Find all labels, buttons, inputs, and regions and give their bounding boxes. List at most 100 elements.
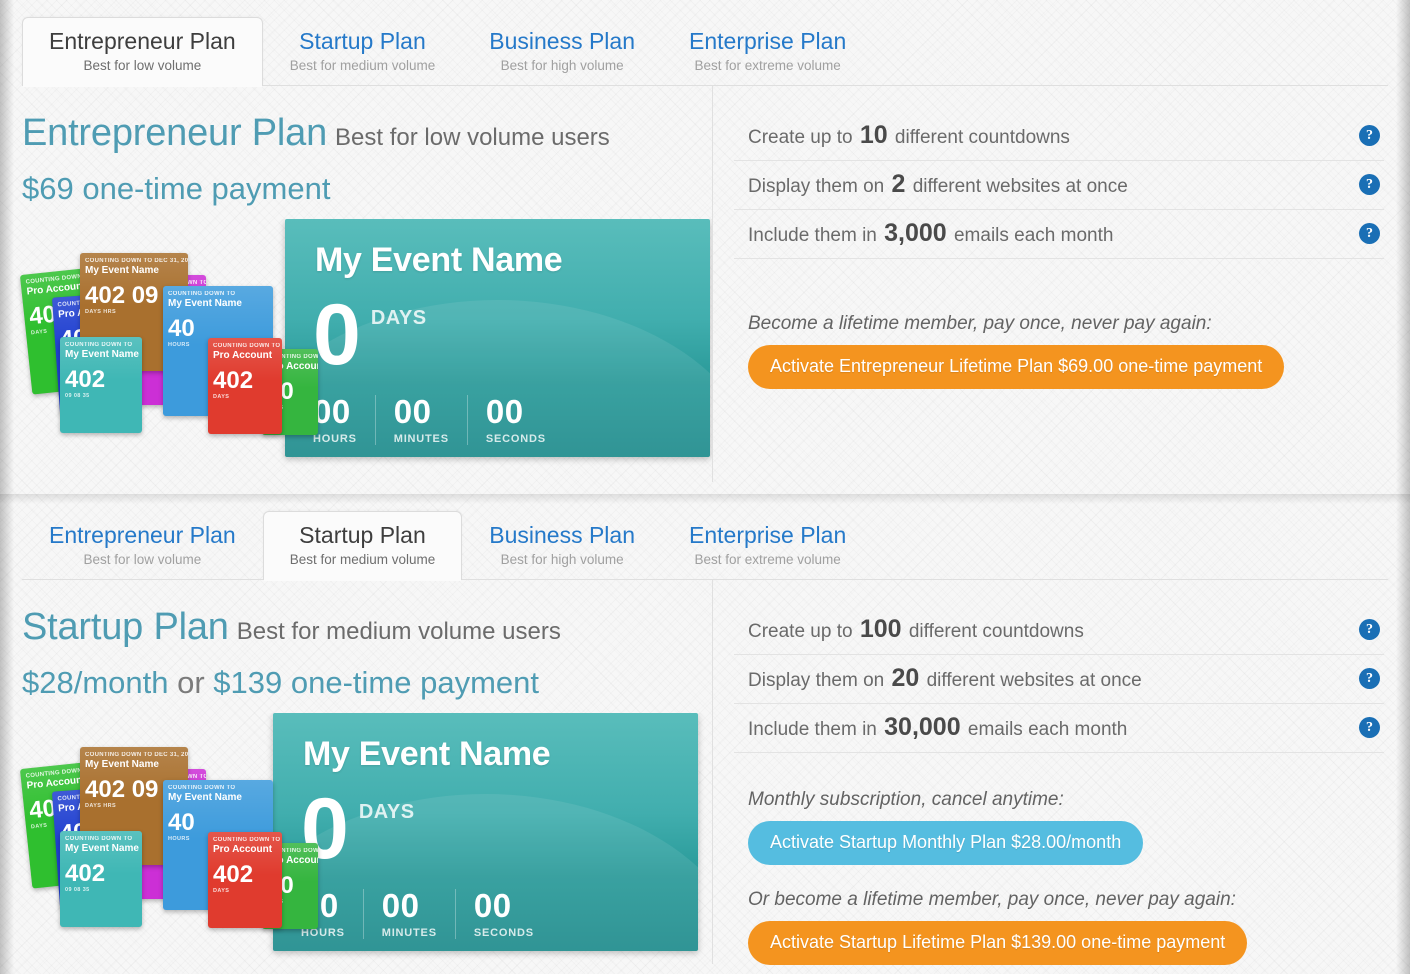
feature-suffix: different websites at once [921, 670, 1142, 691]
countdown-unit-hours: 00 HOURS [313, 395, 376, 445]
feature-prefix: Create up to [748, 127, 858, 148]
plan-price-part: $139 one-time payment [213, 665, 539, 700]
thumbnail-eyebrow: COUNTING DOWN TO DEC 31, 2012 [85, 258, 188, 264]
countdown-hms-row: 00 HOURS 00 MINUTES 00 SECONDS [285, 395, 710, 457]
feature-row: Display them on 20 different websites at… [734, 655, 1384, 704]
feature-suffix: emails each month [962, 719, 1128, 740]
countdown-thumbnail-collage: COUNTING DOWN TOPro Account402DAYSCOUNTI… [18, 253, 318, 453]
feature-text: Include them in 30,000 emails each month [748, 713, 1127, 742]
feature-prefix: Include them in [748, 225, 883, 246]
help-circle-icon[interactable]: ? [1359, 223, 1380, 244]
plan-details-column: Create up to 100 different countdowns? Di… [712, 580, 1410, 965]
countdown-title: My Event Name [303, 735, 551, 773]
thumbnail-unit-label: 09 08 35 [65, 393, 90, 399]
plan-panel: Entrepreneur Plan Best for low volume Star… [0, 494, 1410, 974]
feature-value: 20 [891, 664, 920, 692]
countdown-days-label: DAYS [370, 307, 427, 329]
plan-panel: Entrepreneur Plan Best for low volume Star… [0, 0, 1410, 494]
plan-artwork: COUNTING DOWN TOPro Account402DAYSCOUNTI… [0, 219, 712, 494]
countdown-days-row: 0 DAYS [273, 774, 698, 889]
tab-subtitle: Best for high volume [500, 552, 624, 568]
feature-text: Create up to 100 different countdowns [748, 615, 1084, 644]
thumbnail-unit-label: 09 08 35 [65, 887, 90, 893]
tab-entrepreneur-plan[interactable]: Entrepreneur Plan Best for low volume [22, 17, 263, 87]
plan-artwork: COUNTING DOWN TOPro Account402DAYS COUNTI… [0, 713, 712, 973]
countdown-unit-label: SECONDS [473, 927, 534, 939]
tab-title: Startup Plan [299, 28, 426, 55]
feature-prefix: Display them on [748, 670, 890, 691]
countdown-thumbnail: COUNTING DOWN TOPro Account402DAYS [208, 832, 282, 928]
feature-row: Include them in 30,000 emails each month… [734, 704, 1384, 753]
tab-business-plan[interactable]: Business Plan Best for high volume [462, 17, 662, 86]
countdown-thumbnail: COUNTING DOWN TOMy Event Name40209 08 35 [60, 337, 142, 433]
cta-block: Become a lifetime member, pay once, neve… [734, 313, 1384, 389]
countdown-unit-seconds: 00 SECONDS [486, 395, 564, 445]
activate-plan-button[interactable]: Activate Startup Lifetime Plan $139.00 o… [748, 921, 1248, 965]
tab-enterprise-plan[interactable]: Enterprise Plan Best for extreme volume [662, 17, 873, 86]
cta-note: Or become a lifetime member, pay once, n… [748, 889, 1236, 910]
countdown-title: My Event Name [315, 241, 563, 279]
plan-body: Startup Plan Best for medium volume users… [0, 580, 1410, 965]
plan-price-part: or [168, 665, 214, 700]
activate-plan-button[interactable]: Activate Startup Monthly Plan $28.00/mon… [748, 821, 1144, 865]
tab-entrepreneur-plan[interactable]: Entrepreneur Plan Best for low volume [22, 511, 263, 580]
feature-value: 3,000 [884, 219, 947, 247]
plan-price-part: $28/month [22, 665, 169, 700]
countdown-thumbnail: COUNTING DOWN TOPro Account402DAYS [208, 338, 282, 434]
help-circle-icon[interactable]: ? [1359, 619, 1380, 640]
countdown-unit-value: 00 [393, 393, 432, 430]
countdown-days-value: 0 [313, 287, 361, 383]
tab-title: Business Plan [489, 522, 635, 549]
feature-value: 2 [891, 170, 906, 198]
feature-text: Create up to 10 different countdowns [748, 121, 1070, 150]
tab-title: Enterprise Plan [689, 522, 847, 549]
help-circle-icon[interactable]: ? [1359, 717, 1380, 738]
countdown-hms-row: 00 HOURS 00 MINUTES 00 SECONDS [273, 889, 698, 951]
countdown-inner: My Event Name 0 DAYS 00 HOURS 00 MINUTES 00 SECO… [285, 219, 710, 457]
thumbnail-eyebrow: COUNTING DOWN TO [65, 342, 133, 348]
tab-business-plan[interactable]: Business Plan Best for high volume [462, 511, 662, 580]
plan-tagline: Best for low volume users [335, 124, 610, 151]
countdown-unit-minutes: 00 MINUTES [382, 889, 456, 939]
plan-tagline: Best for medium volume users [236, 618, 561, 645]
plan-price-part: $69 one-time payment [22, 171, 331, 206]
help-circle-icon[interactable]: ? [1359, 668, 1380, 689]
plan-price: $28/month or $139 one-time payment [0, 649, 712, 701]
feature-prefix: Display them on [748, 176, 890, 197]
thumbnail-eyebrow: COUNTING DOWN TO [65, 836, 133, 842]
thumbnail-eyebrow: COUNTING DOWN TO [168, 785, 236, 791]
tab-enterprise-plan[interactable]: Enterprise Plan Best for extreme volume [662, 511, 873, 580]
countdown-inner: My Event Name 0 DAYS 00 HOURS 00 MINUTES 00 SECO… [273, 713, 698, 951]
feature-value: 10 [859, 121, 888, 149]
feature-value: 100 [859, 615, 902, 643]
plan-summary-column: Startup Plan Best for medium volume users… [0, 580, 712, 965]
tab-title: Entrepreneur Plan [49, 28, 236, 55]
tab-subtitle: Best for medium volume [289, 58, 436, 74]
tab-startup-plan[interactable]: Startup Plan Best for medium volume [263, 17, 463, 86]
tab-title: Enterprise Plan [689, 28, 847, 55]
feature-row: Create up to 100 different countdowns? [734, 606, 1384, 655]
tab-startup-plan[interactable]: Startup Plan Best for medium volume [262, 511, 463, 581]
tab-subtitle: Best for medium volume [289, 552, 436, 568]
tab-subtitle: Best for extreme volume [694, 58, 841, 74]
feature-text: Include them in 3,000 emails each month [748, 219, 1113, 248]
feature-value: 30,000 [884, 713, 961, 741]
countdown-days-label: DAYS [358, 801, 415, 823]
help-circle-icon[interactable]: ? [1359, 174, 1380, 195]
activate-plan-button[interactable]: Activate Entrepreneur Lifetime Plan $69.… [748, 345, 1285, 389]
feature-text: Display them on 2 different websites at … [748, 170, 1128, 199]
thumbnail-eyebrow: COUNTING DOWN TO [213, 343, 281, 349]
feature-list: Create up to 10 different countdowns? Dis… [734, 112, 1384, 259]
countdown-preview: My Event Name 0 DAYS 00 HOURS 00 MINUTES 00 SECO… [273, 713, 698, 951]
help-circle-icon[interactable]: ? [1359, 125, 1380, 146]
plan-details-column: Create up to 10 different countdowns? Dis… [712, 86, 1410, 389]
plan-tabs: Entrepreneur Plan Best for low volume Star… [0, 494, 1410, 581]
tab-title: Startup Plan [299, 522, 426, 549]
tab-title: Entrepreneur Plan [49, 522, 236, 549]
feature-suffix: different countdowns [903, 621, 1084, 642]
plan-heading: Entrepreneur Plan Best for low volume use… [0, 86, 712, 155]
cta-note: Monthly subscription, cancel anytime: [748, 789, 1064, 810]
thumbnail-eyebrow: COUNTING DOWN TO DEC 31, 2012 [85, 752, 188, 758]
tab-subtitle: Best for extreme volume [694, 552, 841, 568]
countdown-preview: My Event Name 0 DAYS 00 HOURS 00 MINUTES 00 SECO… [285, 219, 710, 457]
